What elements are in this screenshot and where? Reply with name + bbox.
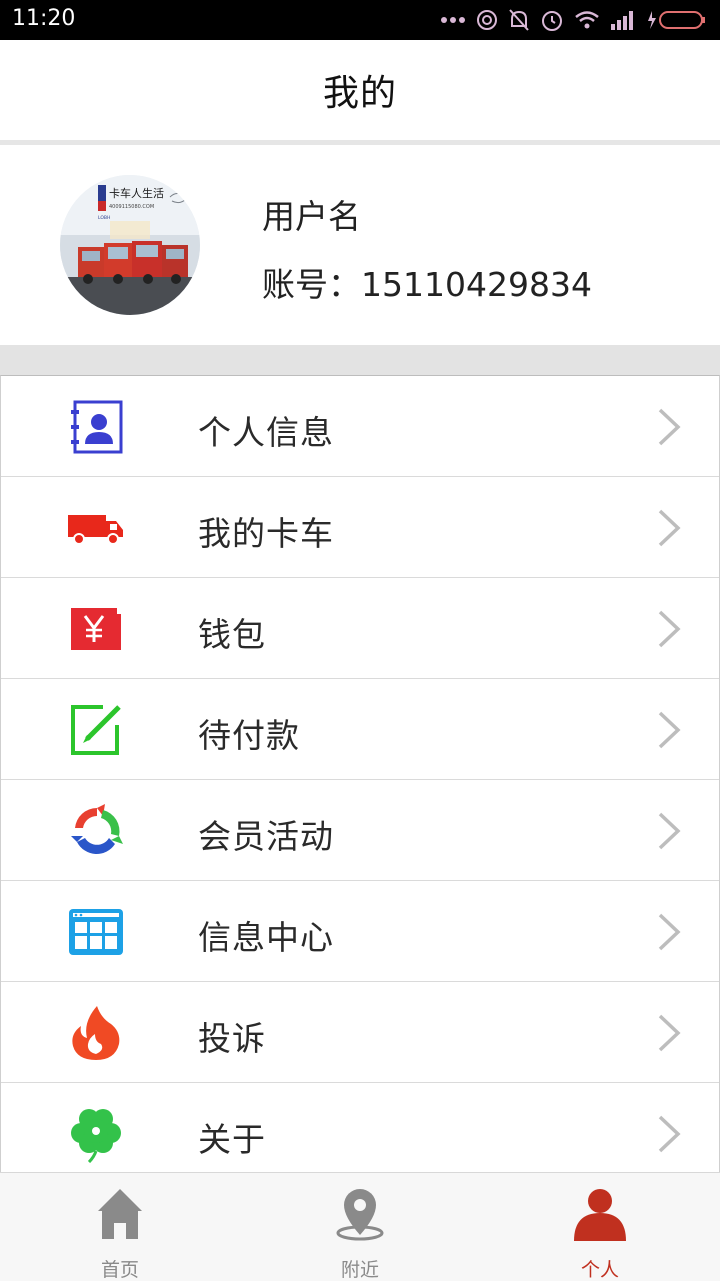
tab-home[interactable]: 首页 (0, 1173, 240, 1281)
contact-card-icon (67, 398, 125, 456)
bottom-tab-bar: 首页 附近 个人 (0, 1172, 720, 1281)
status-icons (440, 4, 706, 36)
avatar[interactable]: 卡车人生活 4009115080.COM LOBH (60, 175, 200, 315)
menu-item-label: 个人信息 (198, 413, 334, 452)
status-bar: 11:20 (0, 0, 720, 40)
menu-item-my-truck[interactable]: 我的卡车 (1, 477, 719, 578)
chevron-right-icon (658, 610, 681, 648)
menu-item-message-center[interactable]: 信息中心 (1, 881, 719, 982)
battery-icon (648, 11, 705, 29)
chevron-right-icon (658, 913, 681, 951)
flame-icon (67, 1004, 125, 1062)
avatar-brand-text: 卡车人生活 (109, 186, 164, 200)
chevron-right-icon (658, 509, 681, 547)
menu-item-label: 待付款 (198, 716, 300, 755)
truck-icon (67, 499, 125, 557)
tab-profile[interactable]: 个人 (480, 1173, 720, 1281)
chevron-right-icon (658, 1115, 681, 1153)
menu-item-profile-info[interactable]: 个人信息 (1, 376, 719, 477)
title-bar: 我的 (0, 40, 720, 140)
avatar-brand-url: 4009115080.COM (109, 204, 154, 210)
menu-item-label: 信息中心 (198, 918, 334, 957)
menu-item-pending-payment[interactable]: 待付款 (1, 679, 719, 780)
menu-item-label: 钱包 (198, 615, 266, 654)
menu-item-label: 关于 (198, 1120, 266, 1159)
chevron-right-icon (658, 1014, 681, 1052)
location-pin-icon (336, 1189, 384, 1241)
menu-item-label: 投诉 (198, 1019, 266, 1058)
chevron-right-icon (658, 711, 681, 749)
menu-item-wallet[interactable]: 钱包 (1, 578, 719, 679)
more-dots-icon (441, 17, 465, 23)
hotspot-icon (477, 10, 497, 30)
menu-item-complaint[interactable]: 投诉 (1, 982, 719, 1083)
signal-icon (611, 11, 633, 30)
person-icon (574, 1189, 626, 1241)
alarm-icon (542, 11, 562, 31)
clover-icon (67, 1105, 125, 1163)
grid-panel-icon (67, 903, 125, 961)
account-number: 账号：15110429834 (262, 265, 592, 304)
tab-label: 个人 (580, 1259, 619, 1281)
tab-label: 附近 (340, 1259, 379, 1281)
menu-item-label: 会员活动 (198, 817, 334, 856)
tab-nearby[interactable]: 附近 (240, 1173, 480, 1281)
wallet-yen-icon (67, 600, 125, 658)
edit-note-icon (67, 701, 125, 759)
menu-item-label: 我的卡车 (198, 514, 334, 553)
page-title: 我的 (322, 73, 397, 114)
menu-list: 个人信息 我的卡车 钱包 待付款 会员活动 信息中心 投诉 关于 (0, 375, 720, 1173)
status-time: 11:20 (12, 6, 76, 31)
tab-label: 首页 (100, 1259, 139, 1281)
chevron-right-icon (658, 408, 681, 446)
chevron-right-icon (658, 812, 681, 850)
refresh-cycle-icon (67, 802, 125, 860)
username: 用户名 (262, 197, 361, 236)
menu-item-member-events[interactable]: 会员活动 (1, 780, 719, 881)
avatar-image: 卡车人生活 4009115080.COM LOBH (60, 175, 200, 315)
wifi-icon (575, 11, 599, 29)
profile-card[interactable]: 卡车人生活 4009115080.COM LOBH 用户名 账号：1511042… (0, 145, 720, 345)
section-spacer (0, 345, 720, 375)
mute-bell-icon (509, 9, 529, 31)
avatar-brand-badge: LOBH (98, 215, 110, 221)
menu-item-about[interactable]: 关于 (1, 1083, 719, 1172)
home-icon (98, 1189, 142, 1239)
